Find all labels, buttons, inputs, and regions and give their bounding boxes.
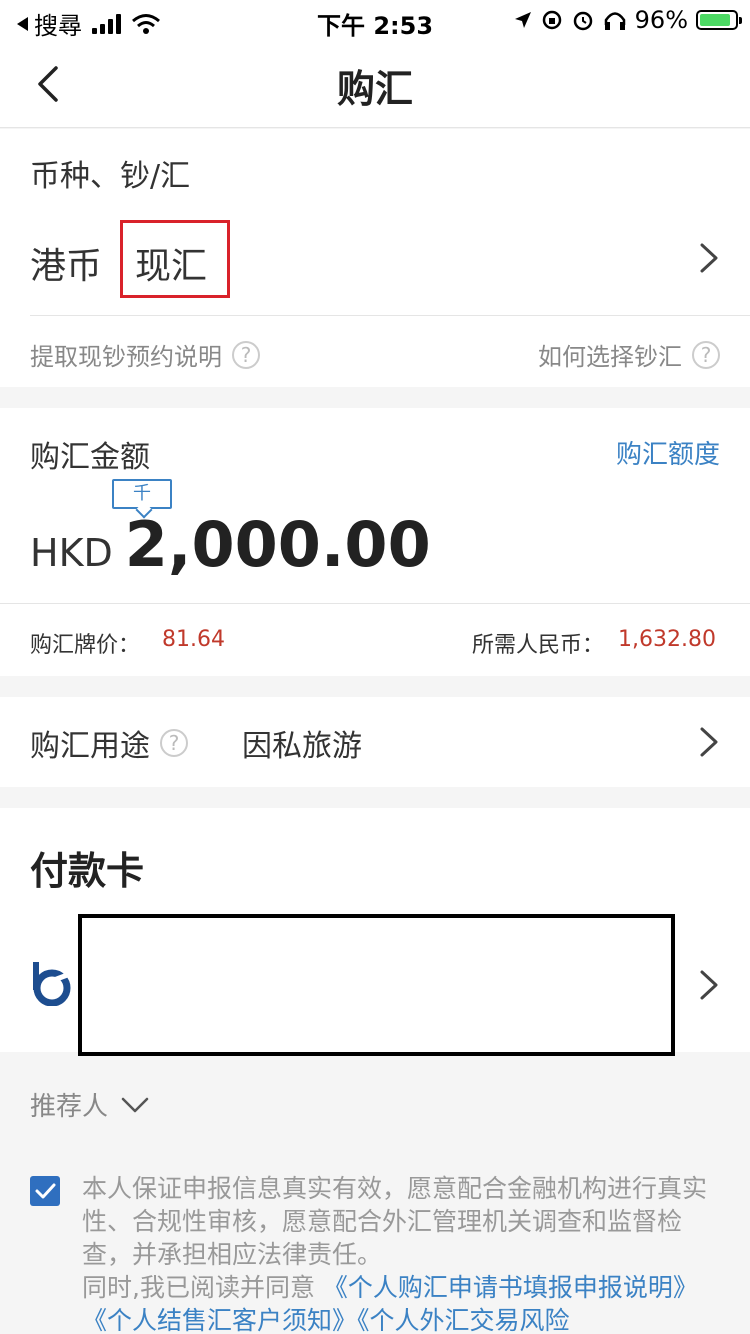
- battery-icon: [696, 10, 742, 30]
- headphones-icon: [604, 12, 625, 30]
- nav-bar: 购汇: [0, 40, 750, 128]
- page-title: 购汇: [336, 67, 413, 111]
- cash-exchange-value[interactable]: 现汇: [135, 237, 207, 289]
- rmb-required-value: 1,632.80: [618, 627, 716, 652]
- amount-row[interactable]: HKD 2,000.00: [30, 508, 431, 581]
- cash-withdrawal-info-label: 提取现钞预约说明: [30, 343, 222, 371]
- help-icon[interactable]: ?: [160, 729, 188, 757]
- divider: [30, 315, 750, 316]
- purpose-label-group: 购汇用途 ?: [30, 721, 188, 765]
- agreement-body: 本人保证申报信息真实有效，愿意配合金融机构进行真实性、合规性审核，愿意配合外汇管…: [82, 1174, 708, 1269]
- divider: [0, 603, 750, 604]
- chevron-right-icon[interactable]: [698, 241, 720, 275]
- chevron-down-icon[interactable]: [120, 1095, 150, 1115]
- rate-value: 81.64: [162, 627, 225, 652]
- agreement-text: 本人保证申报信息真实有效，愿意配合金融机构进行真实性、合规性审核，愿意配合外汇管…: [82, 1172, 727, 1334]
- currency-card: 币种、钞/汇 港币 现汇 提取现钞预约说明 ? 如何选择钞汇 ?: [0, 129, 750, 387]
- payment-card-heading: 付款卡: [30, 849, 145, 893]
- chevron-right-icon[interactable]: [698, 968, 720, 1002]
- battery-percent: 96%: [634, 6, 688, 34]
- checkmark-icon: [35, 1183, 56, 1199]
- rmb-required-label: 所需人民币：: [472, 633, 605, 658]
- agreement-checkbox[interactable]: [30, 1176, 60, 1206]
- purpose-value[interactable]: 因私旅游: [242, 721, 362, 765]
- redacted-card-info: [78, 914, 675, 1056]
- alarm-icon: [573, 11, 592, 31]
- status-right: 96%: [513, 6, 742, 34]
- rate-label: 购汇牌价：: [30, 633, 141, 658]
- agreement-prefix: 同时,我已阅读并同意: [82, 1273, 315, 1302]
- how-to-choose-label: 如何选择钞汇: [538, 343, 682, 371]
- chevron-right-icon[interactable]: [698, 725, 720, 759]
- help-icon[interactable]: ?: [232, 340, 260, 369]
- unit-tag: 千: [112, 479, 172, 509]
- help-icon[interactable]: ?: [692, 340, 720, 369]
- bank-logo-icon: [33, 962, 71, 1006]
- amount-card: 购汇金额 购汇额度 千 HKD 2,000.00 购汇牌价： 81.64 所需人…: [0, 408, 750, 676]
- location-icon: [514, 12, 531, 28]
- currency-value[interactable]: 港币: [30, 237, 102, 289]
- cash-withdrawal-info-link[interactable]: 提取现钞预约说明 ?: [30, 337, 260, 372]
- currency-type-label: 币种、钞/汇: [30, 159, 191, 194]
- referrer-label: 推荐人: [30, 1092, 109, 1122]
- payment-card-section: 付款卡: [0, 808, 750, 1056]
- quota-link[interactable]: 购汇额度: [616, 434, 720, 471]
- amount-label: 购汇金额: [30, 440, 150, 475]
- purpose-card[interactable]: 购汇用途 ? 因私旅游: [0, 697, 750, 787]
- purpose-label: 购汇用途: [30, 729, 150, 764]
- currency-code: HKD: [30, 531, 113, 575]
- referrer-toggle[interactable]: 推荐人: [30, 1086, 150, 1123]
- status-bar: 搜尋 下午 2:53 96%: [0, 0, 750, 40]
- amount-input[interactable]: 2,000.00: [125, 508, 431, 581]
- how-to-choose-link[interactable]: 如何选择钞汇 ?: [538, 337, 720, 372]
- rotation-lock-icon: [542, 10, 561, 30]
